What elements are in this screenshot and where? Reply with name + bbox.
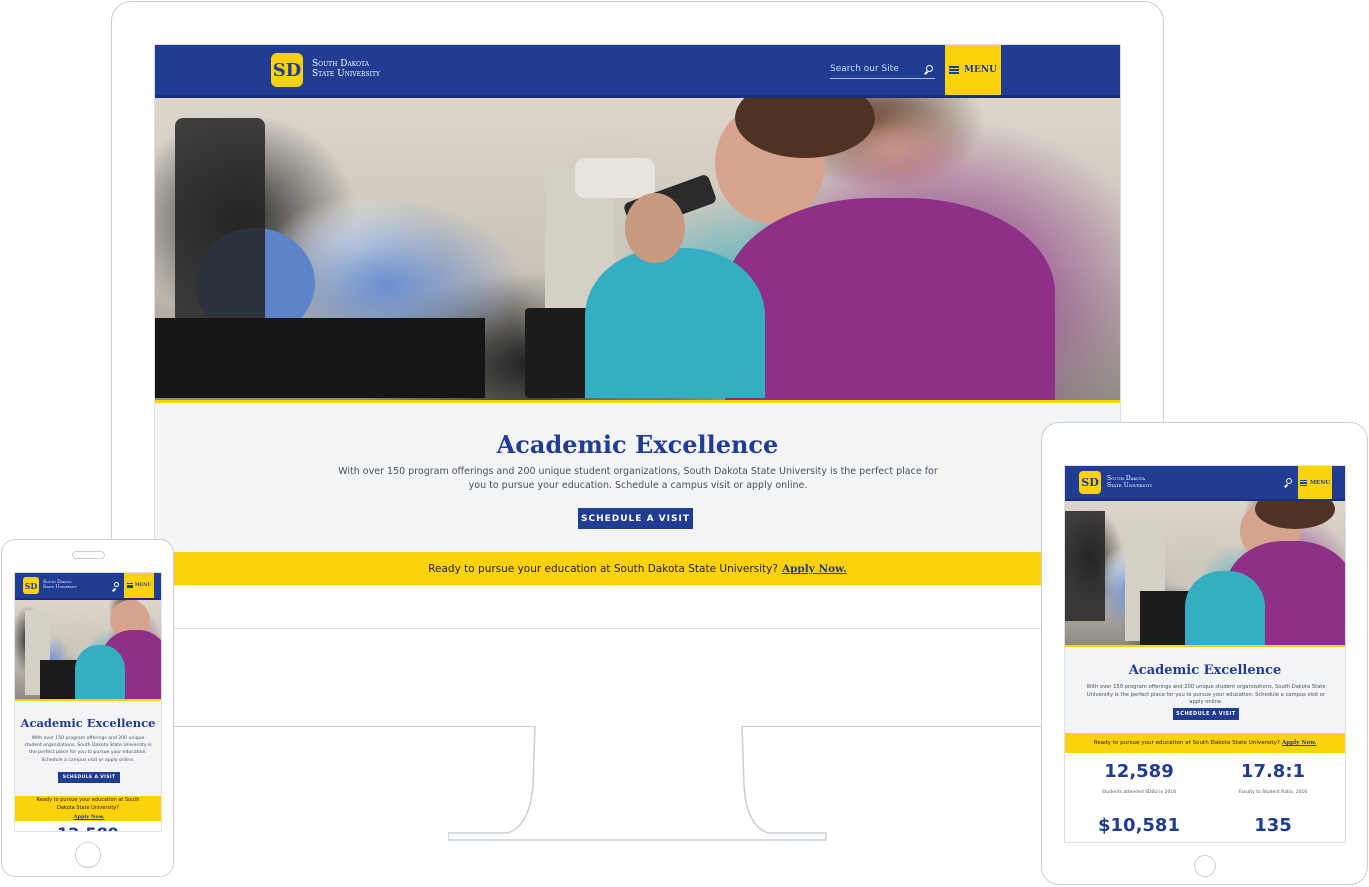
tablet-menu-button[interactable]: MENU	[1298, 466, 1332, 499]
stat-value: 12,589	[1104, 761, 1174, 782]
stat-value: 17.8:1	[1240, 761, 1306, 782]
tablet-page-title: Academic Excellence	[1128, 663, 1282, 678]
tablet-home-button	[1194, 855, 1216, 877]
phone-apply-text: Ready to pursue your education at South …	[36, 797, 140, 812]
phone-intro-text: With over 150 program offerings and 200 …	[24, 736, 152, 763]
logo-line-2: State University	[312, 68, 380, 79]
menu-button[interactable]: MENU	[945, 45, 1001, 95]
phone-stats-section: 12,589	[15, 821, 161, 831]
stat-value: 135	[1254, 815, 1292, 836]
phone-hamburger-icon	[126, 583, 133, 588]
phone-speaker	[72, 551, 105, 559]
phone-schedule-visit-button[interactable]: SCHEDULE A VISIT	[58, 772, 120, 783]
search-input[interactable]: Search our Site	[830, 64, 935, 79]
schedule-visit-button[interactable]: SCHEDULE A VISIT	[578, 508, 693, 529]
tablet-site-header: SD South Dakota State University MENU	[1065, 466, 1345, 501]
site-logo-text[interactable]: South Dakota State University	[312, 59, 380, 80]
tablet-schedule-visit-button[interactable]: SCHEDULE A VISIT	[1173, 708, 1239, 720]
phone-menu-button[interactable]: MENU	[124, 573, 154, 598]
phone-stat-value: 12,589	[15, 824, 161, 831]
site-header: SD South Dakota State University Search …	[155, 45, 1120, 98]
intro-text: With over 150 program offerings and 200 …	[338, 466, 938, 491]
tablet-logo-text[interactable]: South Dakota State University	[1107, 475, 1153, 489]
apply-now-link[interactable]: Apply Now.	[782, 563, 847, 575]
stat-value: $10,581	[1098, 815, 1180, 836]
tablet-apply-banner: Ready to pursue your education at South …	[1065, 733, 1345, 753]
phone-apply-banner: Ready to pursue your education at South …	[15, 796, 161, 821]
below-fold-area	[155, 585, 1120, 628]
tablet-logo-line-2: State University	[1107, 481, 1153, 489]
apply-banner: Ready to pursue your education at South …	[155, 552, 1120, 585]
page-title: Academic Excellence	[496, 430, 779, 459]
tablet-hero-image	[1065, 501, 1345, 647]
tablet-search-icon[interactable]	[1286, 478, 1292, 484]
phone-sdsu-logo-icon[interactable]: SD	[23, 577, 39, 594]
tablet-stats-section: 12,589 Students attended SDSU in 2016 17…	[1065, 753, 1345, 842]
sdsu-logo-icon[interactable]: SD	[271, 53, 303, 87]
search-icon[interactable]	[926, 65, 933, 72]
phone-apply-now-link[interactable]: Apply Now.	[74, 813, 105, 821]
phone-logo-line-2: State University	[43, 584, 77, 590]
stat-caption: Students attended SDSU in 2016	[1101, 790, 1177, 795]
hero-image	[155, 98, 1120, 403]
tablet-apply-text: Ready to pursue your education at South …	[1093, 740, 1280, 746]
tablet-menu-label: MENU	[1309, 479, 1331, 486]
apply-text: Ready to pursue your education at South …	[428, 562, 778, 575]
phone-page-title: Academic Excellence	[20, 716, 156, 730]
phone-site-header: SD South Dakota State University MENU	[15, 573, 161, 600]
tablet-sdsu-logo-icon[interactable]: SD	[1079, 471, 1101, 494]
phone-screen: SD South Dakota State University MENU Ac…	[14, 572, 162, 832]
phone-hero-image	[15, 600, 161, 701]
tablet-screen: SD South Dakota State University MENU Ac…	[1064, 465, 1346, 843]
tablet-intro-text: With over 150 program offerings and 200 …	[1086, 684, 1326, 705]
phone-logo-text[interactable]: South Dakota State University	[43, 580, 77, 591]
tablet-apply-now-link[interactable]: Apply Now.	[1282, 740, 1317, 746]
tablet-hamburger-icon	[1299, 479, 1307, 486]
desktop-screen: SD South Dakota State University Search …	[154, 44, 1121, 629]
monitor-stand	[448, 725, 827, 841]
phone-home-button	[75, 842, 101, 868]
menu-label: MENU	[964, 65, 997, 75]
hamburger-icon	[949, 66, 960, 74]
stat-caption: Faculty to Student Ratio, 2016	[1238, 790, 1308, 795]
phone-search-icon[interactable]	[114, 582, 119, 587]
phone-menu-label: MENU	[134, 583, 152, 588]
